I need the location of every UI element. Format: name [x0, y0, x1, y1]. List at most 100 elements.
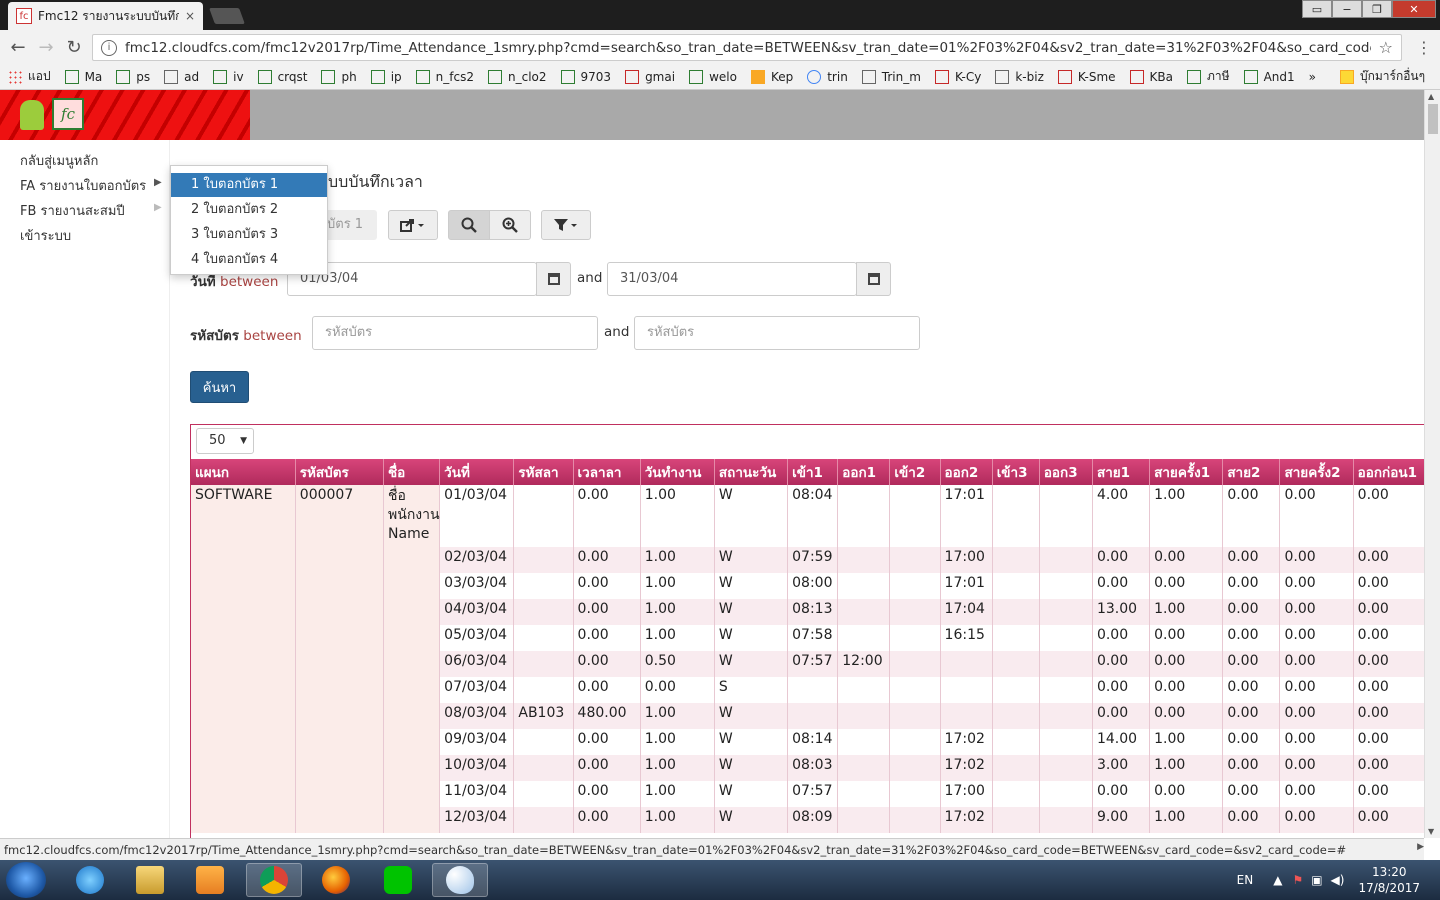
table-row[interactable]: 10/03/04 0.00 1.00 W 08:03 17:02 3.00 1.00 0.00 0…	[191, 755, 1424, 781]
bookmarks-more-button[interactable]: »	[1309, 70, 1316, 84]
table-row[interactable]: 08/03/04 AB103 480.00 1.00 W 0.00 0.00 0.00 0.00…	[191, 703, 1424, 729]
table-row[interactable]: 04/03/04 0.00 1.00 W 08:13 17:04 13.00 1.00 0.00…	[191, 599, 1424, 625]
tray-expand-icon[interactable]: ▲	[1273, 873, 1282, 887]
taskbar-explorer[interactable]	[122, 863, 178, 897]
reload-button[interactable]: ↻	[60, 37, 88, 58]
column-header[interactable]: สายครั้ง2	[1279, 459, 1354, 485]
column-header[interactable]: สาย2	[1222, 459, 1281, 485]
network-icon[interactable]: ▣	[1311, 873, 1322, 887]
browser-tab[interactable]: fc Fmc12 รายงานระบบบันทึกเ ×	[8, 2, 203, 30]
browser-menu-icon[interactable]: ⋮	[1416, 38, 1432, 57]
column-header[interactable]: วันทำงาน	[640, 459, 715, 485]
bookmark-item[interactable]: And1	[1243, 69, 1295, 84]
taskbar-media[interactable]	[182, 863, 238, 897]
bookmark-item[interactable]: gmai	[625, 69, 675, 84]
bookmark-item[interactable]: ph	[321, 69, 357, 84]
start-button[interactable]	[6, 862, 46, 898]
bookmark-star-icon[interactable]: ☆	[1379, 38, 1393, 57]
maximize-button[interactable]: ❐	[1362, 0, 1392, 18]
column-header[interactable]: สาย1	[1092, 459, 1151, 485]
filter-button[interactable]	[541, 210, 591, 240]
column-header[interactable]: เข้า1	[787, 459, 839, 485]
card-to-input[interactable]: รหัสบัตร	[634, 316, 920, 350]
other-bookmarks-folder[interactable]: บุ๊กมาร์กอื่นๆ	[1339, 67, 1425, 86]
sidebar-item-fb-report[interactable]: FB รายงานสะสมปี	[20, 200, 125, 221]
export-button[interactable]	[388, 210, 438, 240]
table-row[interactable]: 05/03/04 0.00 1.00 W 07:58 16:15 0.00 0.00 0.00 0…	[191, 625, 1424, 651]
bookmark-item[interactable]: K-Cy	[934, 69, 981, 84]
minimize-button[interactable]: −	[1332, 0, 1362, 18]
sidebar-item-main-menu[interactable]: กลับสู่เมนูหลัก	[20, 150, 98, 171]
table-row[interactable]: SOFTWARE 000007 ชื่อ พนักงาน Name 01/03/04 0…	[191, 485, 1424, 547]
column-header[interactable]: แผนก	[191, 459, 296, 485]
scroll-thumb[interactable]	[1428, 104, 1438, 134]
bookmark-item[interactable]: ip	[370, 69, 402, 84]
bookmark-item[interactable]: trin	[807, 69, 848, 84]
advanced-search-button[interactable]	[489, 210, 531, 240]
search-toggle-button[interactable]	[448, 210, 490, 240]
taskbar-chrome[interactable]	[246, 863, 302, 897]
bookmark-item[interactable]: k-biz	[995, 69, 1044, 84]
bookmark-item[interactable]: ps	[116, 69, 150, 84]
column-header[interactable]: รหัสลา	[513, 459, 574, 485]
volume-icon[interactable]: ◀)	[1331, 873, 1345, 887]
address-bar[interactable]: i fmc12.cloudfcs.com/fmc12v2017rp/Time_A…	[92, 34, 1402, 61]
bookmark-item[interactable]: crqst	[257, 69, 307, 84]
table-row[interactable]: 02/03/04 0.00 1.00 W 07:59 17:00 0.00 0.00 0.00 0…	[191, 547, 1424, 573]
clock[interactable]: 13:20 17/8/2017	[1358, 864, 1420, 896]
app-logo[interactable]: fc	[0, 90, 250, 140]
bookmark-item[interactable]: n_clo2	[488, 69, 547, 84]
submenu-item-card-2[interactable]: 2 ใบตอกบัตร 2	[171, 198, 327, 222]
back-button[interactable]: ←	[4, 37, 32, 58]
table-row[interactable]: 03/03/04 0.00 1.00 W 08:00 17:01 0.00 0.00 0.00 0…	[191, 573, 1424, 599]
column-header[interactable]: ออก2	[940, 459, 993, 485]
scroll-up-icon[interactable]: ▲	[1428, 92, 1434, 101]
taskbar-line[interactable]	[370, 863, 426, 897]
column-header[interactable]: รหัสบัตร	[295, 459, 385, 485]
vertical-scrollbar[interactable]: ▲ ▼	[1424, 90, 1440, 838]
taskbar-paint[interactable]	[432, 863, 488, 897]
column-header[interactable]: เวลาลา	[573, 459, 641, 485]
bookmark-item[interactable]: welo	[689, 69, 737, 84]
card-from-input[interactable]: รหัสบัตร	[312, 316, 598, 350]
sidebar-item-fa-report[interactable]: FA รายงานใบตอกบัตร	[20, 175, 146, 196]
bookmark-item[interactable]: Trin_m	[861, 69, 921, 84]
bookmark-item[interactable]: 9703	[560, 69, 611, 84]
submenu-item-card-4[interactable]: 4 ใบตอกบัตร 4	[171, 248, 327, 272]
column-header[interactable]: ชื่อ	[383, 459, 441, 485]
new-tab-button[interactable]	[209, 8, 245, 24]
bookmark-item[interactable]: n_fcs2	[415, 69, 474, 84]
taskbar-ie[interactable]	[62, 863, 118, 897]
column-header[interactable]: สายครั้ง1	[1149, 459, 1224, 485]
bookmark-item[interactable]: ad	[164, 69, 199, 84]
table-row[interactable]: 07/03/04 0.00 0.00 S 0.00 0.00 0.00 0.00 0.00	[191, 677, 1424, 703]
table-row[interactable]: 06/03/04 0.00 0.50 W 07:57 12:00 0.00 0.00 0.00 0…	[191, 651, 1424, 677]
column-header[interactable]: ออก1	[837, 459, 891, 485]
bookmark-item[interactable]: แอป	[8, 67, 51, 86]
report-tab[interactable]: บัตร 1	[325, 210, 377, 240]
column-header[interactable]: สถานะวัน	[714, 459, 789, 485]
submenu-item-card-1[interactable]: 1 ใบตอกบัตร 1	[171, 173, 327, 197]
date-to-calendar-button[interactable]	[856, 262, 891, 296]
bookmark-item[interactable]: KBa	[1129, 69, 1173, 84]
date-to-input[interactable]: 31/03/04	[607, 262, 857, 296]
column-header[interactable]: ออกก่อน1	[1353, 459, 1424, 485]
forward-button[interactable]: →	[32, 37, 60, 58]
user-icon[interactable]: ▭	[1302, 0, 1332, 18]
page-size-select[interactable]: 50 ▼	[196, 428, 254, 454]
date-from-calendar-button[interactable]	[536, 262, 571, 296]
close-window-button[interactable]: ✕	[1392, 0, 1436, 18]
bookmark-item[interactable]: K-Sme	[1057, 69, 1116, 84]
scroll-right-icon[interactable]: ▶	[1417, 842, 1424, 852]
column-header[interactable]: วันที่	[439, 459, 515, 485]
tab-close-icon[interactable]: ×	[185, 9, 195, 23]
bookmark-item[interactable]: ภาษี	[1187, 67, 1230, 86]
scroll-down-icon[interactable]: ▼	[1428, 827, 1434, 836]
bookmark-item[interactable]: Ma	[64, 69, 102, 84]
bookmark-item[interactable]: iv	[213, 69, 244, 84]
flag-icon[interactable]: ⚑	[1292, 873, 1303, 887]
site-info-icon[interactable]: i	[101, 39, 117, 56]
bookmark-item[interactable]: Kep	[750, 69, 793, 84]
search-button[interactable]: ค้นหา	[190, 371, 249, 403]
table-row[interactable]: 09/03/04 0.00 1.00 W 08:14 17:02 14.00 1.00 0.00…	[191, 729, 1424, 755]
